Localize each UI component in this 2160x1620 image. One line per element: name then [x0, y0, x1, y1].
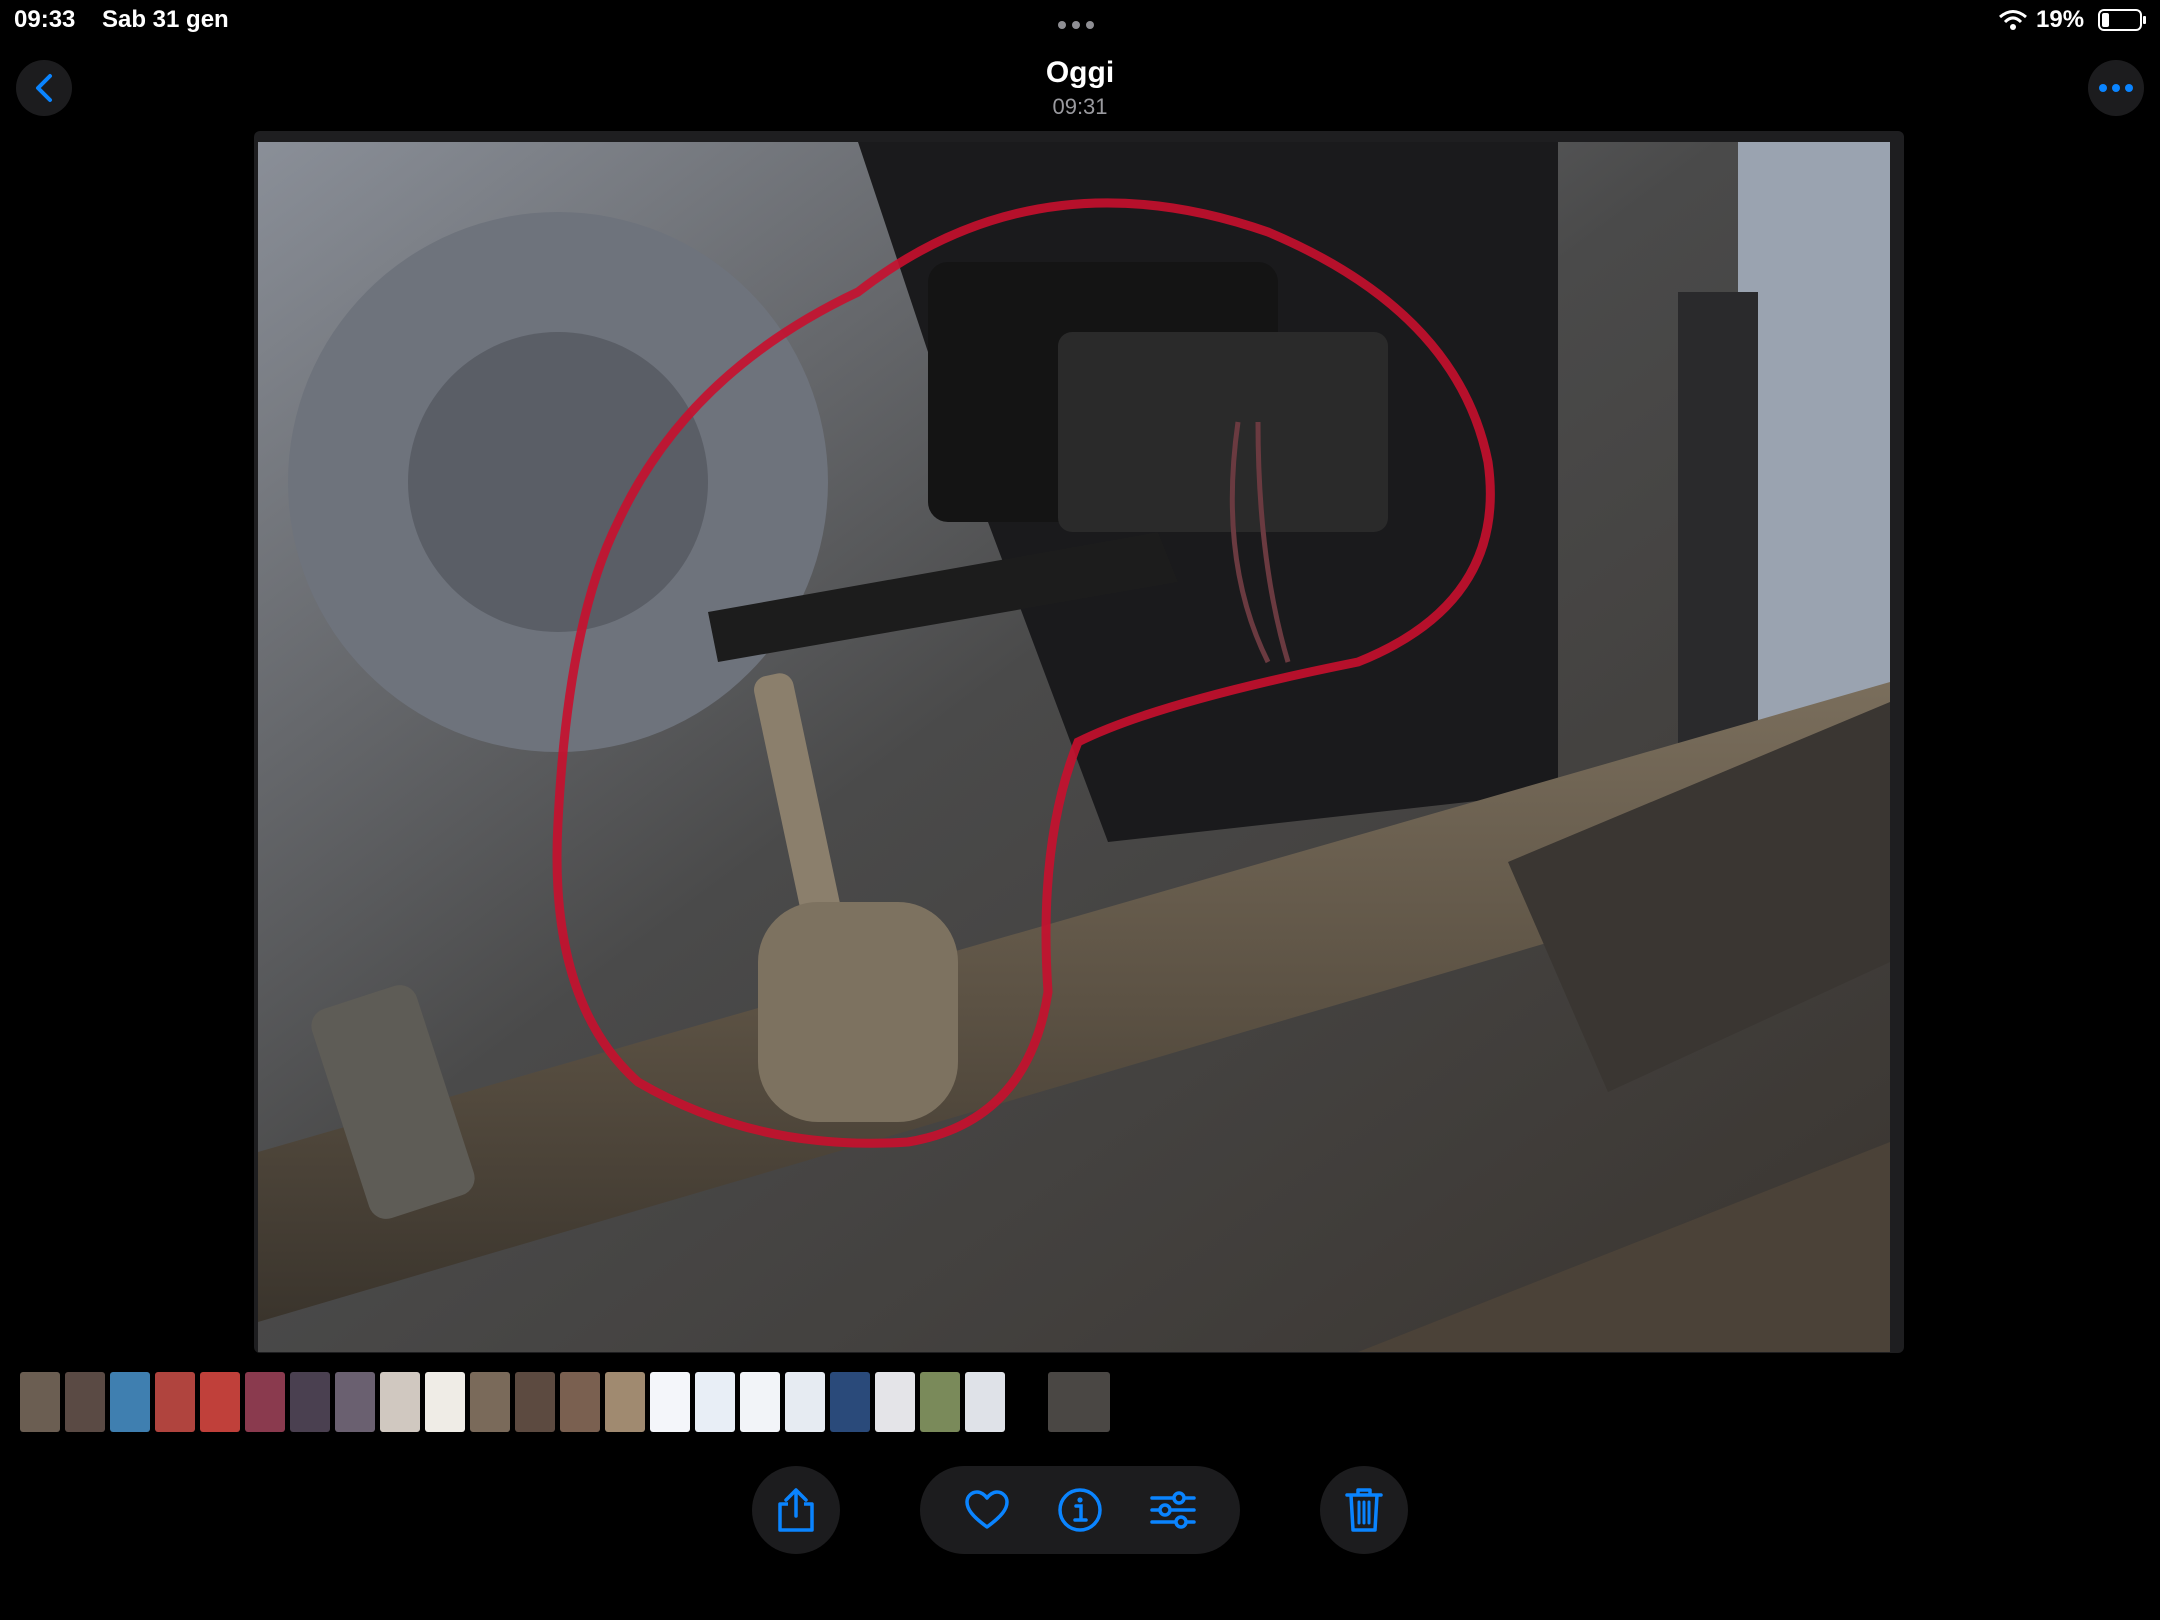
info-button[interactable] [1056, 1486, 1104, 1534]
thumbnail[interactable] [740, 1372, 780, 1432]
page-title: Oggi [1045, 56, 1115, 89]
thumbnail[interactable] [245, 1372, 285, 1432]
page-subtitle: 09:31 [1052, 94, 1108, 119]
thumbnail[interactable] [605, 1372, 645, 1432]
thumbnail[interactable] [65, 1372, 105, 1432]
battery-icon [2098, 9, 2146, 31]
thumbnail[interactable] [380, 1372, 420, 1432]
thumbnail[interactable] [335, 1372, 375, 1432]
thumbnail[interactable] [875, 1372, 915, 1432]
thumbnail-strip[interactable] [20, 1372, 1120, 1432]
more-button[interactable] [2088, 60, 2144, 116]
adjust-button[interactable] [1149, 1486, 1197, 1534]
heart-icon [964, 1490, 1009, 1529]
photo-image[interactable] [258, 142, 1890, 1352]
thumbnail[interactable] [470, 1372, 510, 1432]
thumbnail[interactable] [830, 1372, 870, 1432]
status-date: Sab 31 gen [102, 6, 229, 33]
ellipsis-icon [2099, 84, 2133, 92]
delete-button[interactable] [1320, 1466, 1408, 1554]
battery-percentage: 19% [2036, 6, 2085, 33]
thumbnail[interactable] [515, 1372, 555, 1432]
favorite-button[interactable] [963, 1486, 1011, 1534]
info-icon [1058, 1488, 1102, 1532]
thumbnail[interactable] [155, 1372, 195, 1432]
thumbnail-selected[interactable] [1048, 1372, 1110, 1432]
action-group [920, 1466, 1240, 1554]
sliders-icon [1150, 1491, 1197, 1529]
chevron-left-icon [36, 74, 52, 102]
trash-icon [1345, 1488, 1383, 1532]
thumbnail[interactable] [425, 1372, 465, 1432]
thumbnail[interactable] [785, 1372, 825, 1432]
multitasking-dots-icon[interactable] [1058, 16, 1102, 29]
thumbnail[interactable] [560, 1372, 600, 1432]
share-icon [778, 1488, 814, 1532]
status-bar: 09:33 Sab 31 gen 19% [0, 0, 2160, 40]
thumbnail[interactable] [110, 1372, 150, 1432]
wifi-icon [1999, 10, 2027, 30]
thumbnail[interactable] [650, 1372, 690, 1432]
thumbnail[interactable] [920, 1372, 960, 1432]
status-time: 09:33 [14, 6, 76, 33]
thumbnail[interactable] [290, 1372, 330, 1432]
back-button[interactable] [16, 60, 72, 116]
thumbnail[interactable] [200, 1372, 240, 1432]
thumbnail[interactable] [20, 1372, 60, 1432]
thumbnail[interactable] [965, 1372, 1005, 1432]
share-button[interactable] [752, 1466, 840, 1554]
thumbnail[interactable] [695, 1372, 735, 1432]
